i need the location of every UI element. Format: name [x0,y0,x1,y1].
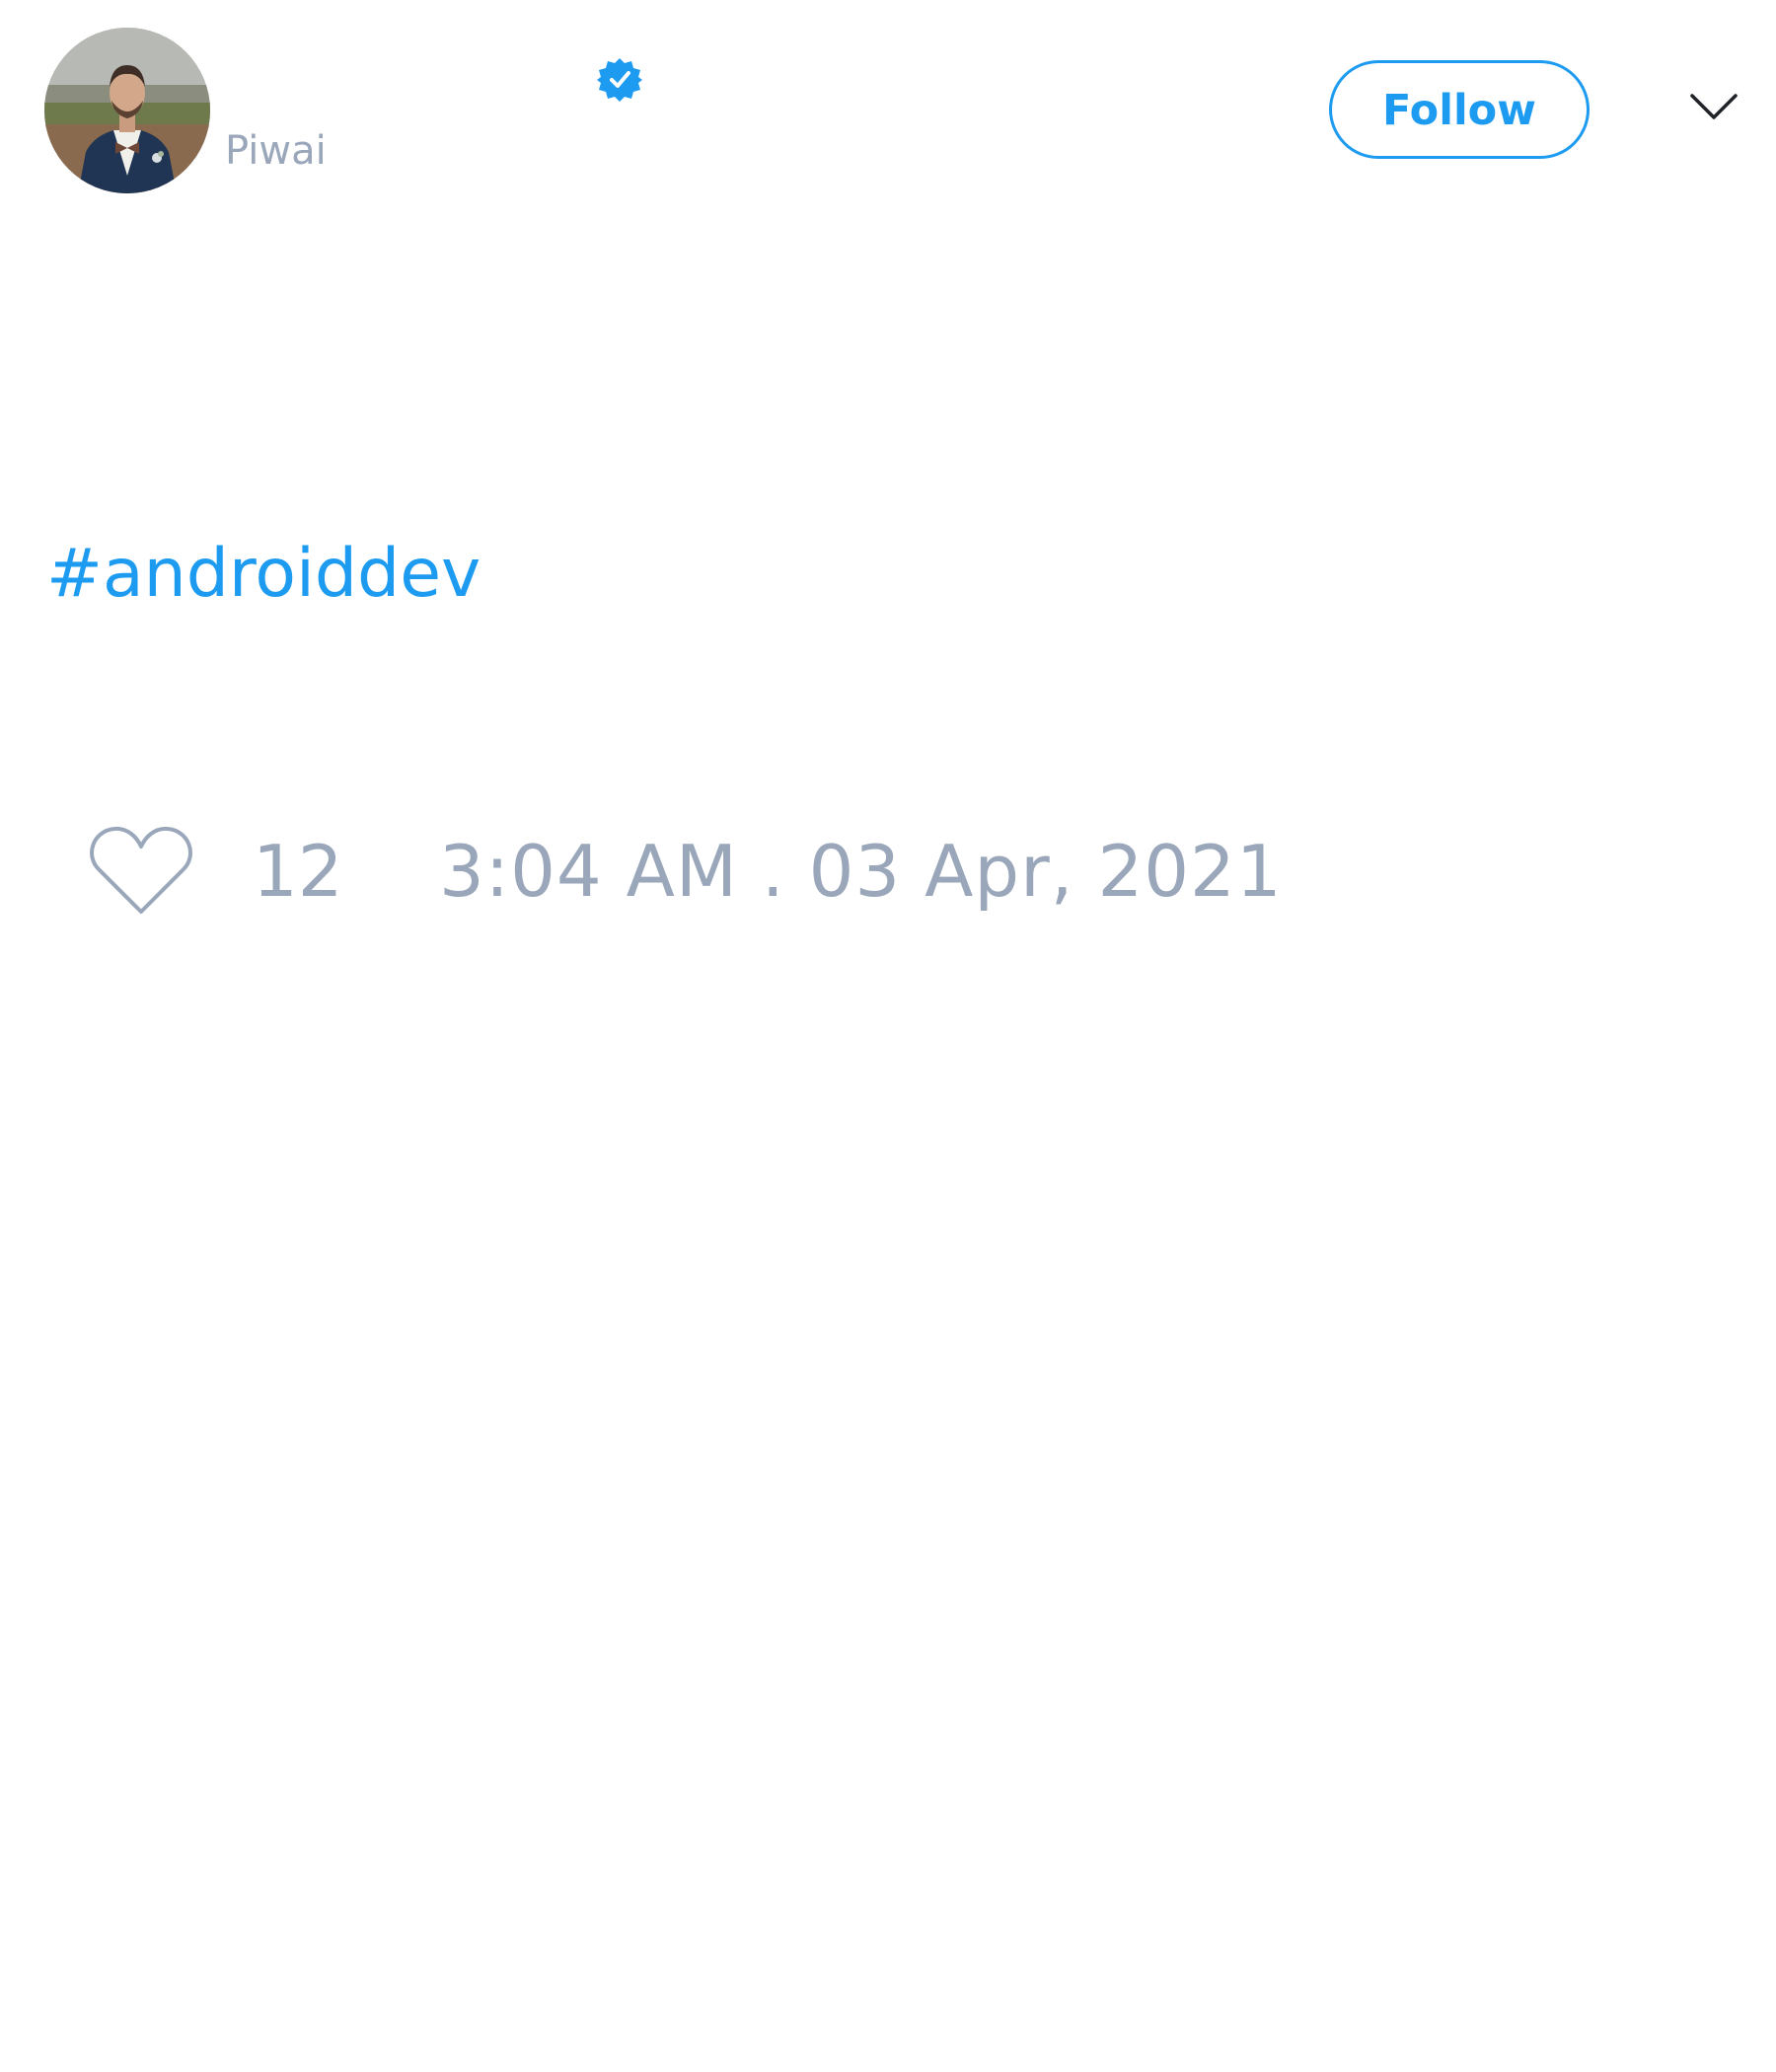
avatar-photo [44,28,210,193]
tweet-timestamp[interactable]: 3:04 AM . 03 Apr, 2021 [439,829,1283,914]
follow-button[interactable]: Follow [1329,60,1590,159]
like-count: 12 [253,830,343,913]
hashtag-link[interactable]: #androiddev [46,533,481,616]
verified-badge-icon [597,58,642,102]
heart-icon[interactable] [89,823,193,918]
tweet-card: Piwai Follow #androiddev 12 3:04 AM . 03… [0,0,1776,2072]
author-handle[interactable]: Piwai [225,126,327,176]
avatar[interactable] [44,28,210,193]
chevron-down-icon[interactable] [1689,91,1739,122]
